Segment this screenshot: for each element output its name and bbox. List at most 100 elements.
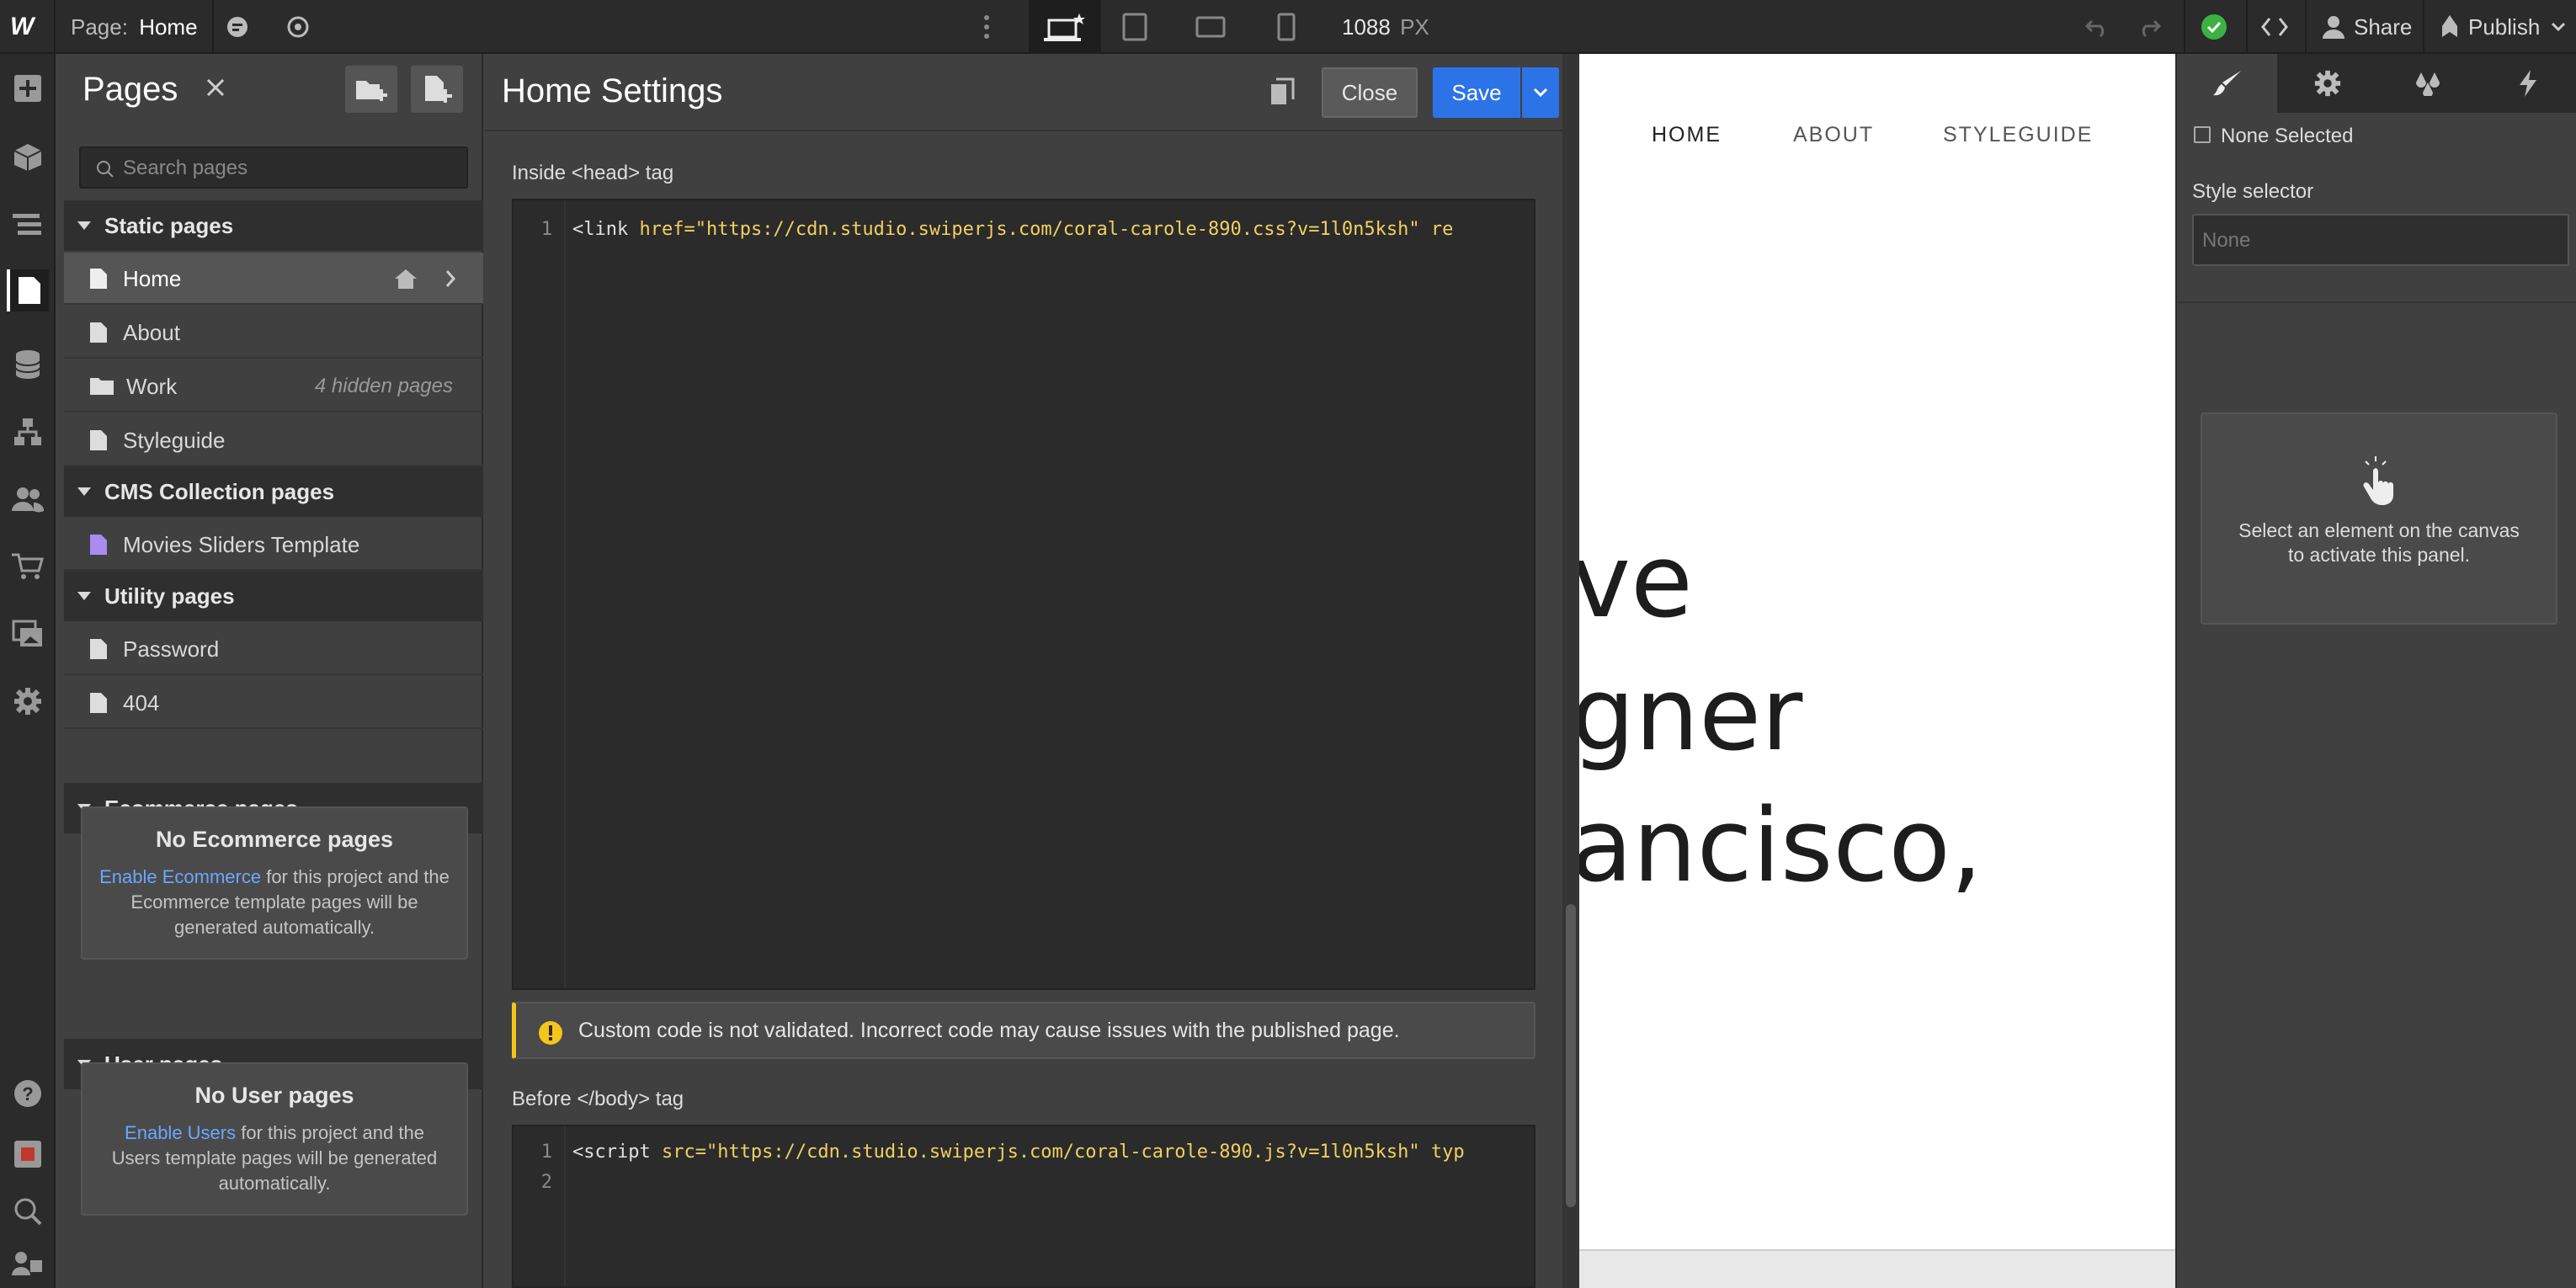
cms-database-icon[interactable] [7,343,49,386]
new-folder-button[interactable] [345,66,397,113]
style-panel: None Selected Style selector None Select… [2175,54,2576,1288]
selector-placeholder: None [2202,229,2251,252]
mobile-portrait-icon[interactable] [1269,10,1303,44]
ecommerce-empty-box: No Ecommerce pages Enable Ecommerce for … [81,806,468,960]
page-label[interactable]: Page: Home [71,0,198,54]
home-icon [395,269,417,289]
page-doc-icon [90,430,107,450]
logic-flow-icon[interactable] [7,411,49,453]
more-vertical-icon[interactable] [970,10,1003,44]
enable-ecommerce-link[interactable]: Enable Ecommerce [99,866,261,887]
code-line: <script src="https://cdn.studio.swiperjs… [572,1142,1465,1163]
design-canvas[interactable]: HOME ABOUT STYLEGUIDE ve gner ancisco, [1579,54,2175,1249]
body-code-label: Before </body> tag [512,1088,684,1110]
settings-scrollbar[interactable] [1562,54,1579,1288]
tablet-icon[interactable] [1118,10,1152,44]
preview-eye-icon[interactable] [281,10,315,44]
none-selected-checkbox[interactable] [2194,126,2211,143]
canvas-width-readout[interactable]: 1088 PX [1342,0,1429,54]
line-number: 1 [540,219,552,240]
page-item-label: 404 [123,690,160,716]
page-item-home[interactable]: Home [64,253,483,305]
enable-users-link[interactable]: Enable Users [125,1122,236,1143]
publish-rocket-icon [2433,10,2467,44]
home-settings-panel: Home Settings Close Save Inside <head> t… [485,54,1562,1288]
audit-icon[interactable] [7,1243,49,1285]
users-icon[interactable] [7,478,49,520]
navigator-icon[interactable] [7,204,49,246]
close-button[interactable]: Close [1322,67,1418,118]
empty-selection-text: Select an element on the canvas to activ… [2238,519,2520,566]
status-check-icon[interactable] [2197,10,2231,44]
style-manager-drops-icon[interactable] [2377,54,2478,113]
scrollbar-thumb[interactable] [1566,904,1576,1207]
nav-link-home[interactable]: HOME [1652,123,1722,147]
canvas-footer-strip [1579,1249,2175,1288]
warning-icon [539,1021,562,1045]
hero-heading-line[interactable]: ve [1579,524,1693,641]
hero-heading-line[interactable]: gner [1579,657,1802,774]
interactions-lightning-icon[interactable] [2478,54,2576,113]
nav-link-styleguide[interactable]: STYLEGUIDE [1943,123,2093,147]
share-button[interactable]: Share [2354,0,2412,54]
warning-text: Custom code is not validated. Incorrect … [578,1019,1400,1042]
close-icon[interactable] [205,77,226,98]
top-bar: W Page: Home 1088 PX Share Publish [0,0,2576,54]
mobile-landscape-icon[interactable] [1194,10,1227,44]
chevron-right-icon[interactable] [444,269,456,288]
page-item-label: Movies Sliders Template [123,532,360,557]
style-brush-icon[interactable] [2177,54,2277,113]
page-item-404[interactable]: 404 [64,677,483,729]
components-box-icon[interactable] [7,136,49,178]
line-number: 2 [540,1172,552,1193]
page-doc-icon [90,693,107,713]
hero-heading-line[interactable]: ancisco, [1579,788,1983,905]
video-icon[interactable] [7,1133,49,1175]
head-code-editor[interactable]: 1 <link href="https://cdn.studio.swiperj… [512,199,1535,990]
section-utility-pages[interactable]: Utility pages [64,571,483,621]
empty-selection-card: Select an element on the canvas to activ… [2201,412,2557,625]
add-icon[interactable] [7,67,49,109]
section-static-pages[interactable]: Static pages [64,200,483,251]
users-empty-box: No User pages Enable Users for this proj… [81,1062,468,1216]
comment-icon[interactable] [221,10,254,44]
body-code-editor[interactable]: 1 2 <script src="https://cdn.studio.swip… [512,1125,1535,1288]
desktop-breakpoint-icon[interactable] [1029,0,1101,54]
search-pages-input[interactable]: Search pages [79,146,468,189]
webflow-logo-icon[interactable]: W [10,0,44,54]
page-doc-icon [90,639,107,659]
page-item-work-folder[interactable]: Work 4 hidden pages [64,360,483,412]
undo-icon[interactable] [2081,10,2115,44]
page-item-label: Work [126,374,178,399]
search-icon [97,161,114,178]
copy-icon[interactable] [1269,77,1295,106]
element-settings-gear-icon[interactable] [2277,54,2377,113]
search-icon[interactable] [7,1190,49,1232]
chevron-down-icon[interactable] [2546,10,2571,44]
help-icon[interactable]: ? [7,1072,49,1115]
panel-title: Pages [82,71,178,108]
publish-button[interactable]: Publish [2468,0,2540,54]
page-item-password[interactable]: Password [64,623,483,675]
ecommerce-cart-icon[interactable] [7,546,49,588]
nav-link-about[interactable]: ABOUT [1793,123,1874,147]
page-label-prefix: Page: [71,14,128,40]
save-options-button[interactable] [1522,67,1559,118]
pages-icon[interactable] [7,269,49,311]
code-export-icon[interactable] [2258,10,2291,44]
page-item-label: Password [123,636,220,662]
page-item-movies-sliders-template[interactable]: Movies Sliders Template [64,519,483,571]
style-selector-input[interactable]: None [2192,214,2569,266]
new-page-button[interactable] [411,66,463,113]
style-selector-label: Style selector [2192,180,2314,203]
page-item-label: Styleguide [123,428,226,453]
page-doc-icon [90,322,107,343]
section-cms-pages[interactable]: CMS Collection pages [64,466,483,517]
empty-box-title: No Ecommerce pages [155,827,394,852]
save-button[interactable]: Save [1433,67,1520,118]
page-item-styleguide[interactable]: Styleguide [64,414,483,466]
redo-icon[interactable] [2132,10,2165,44]
settings-gear-icon[interactable] [7,680,49,722]
page-item-about[interactable]: About [64,306,483,359]
assets-images-icon[interactable] [7,613,49,655]
